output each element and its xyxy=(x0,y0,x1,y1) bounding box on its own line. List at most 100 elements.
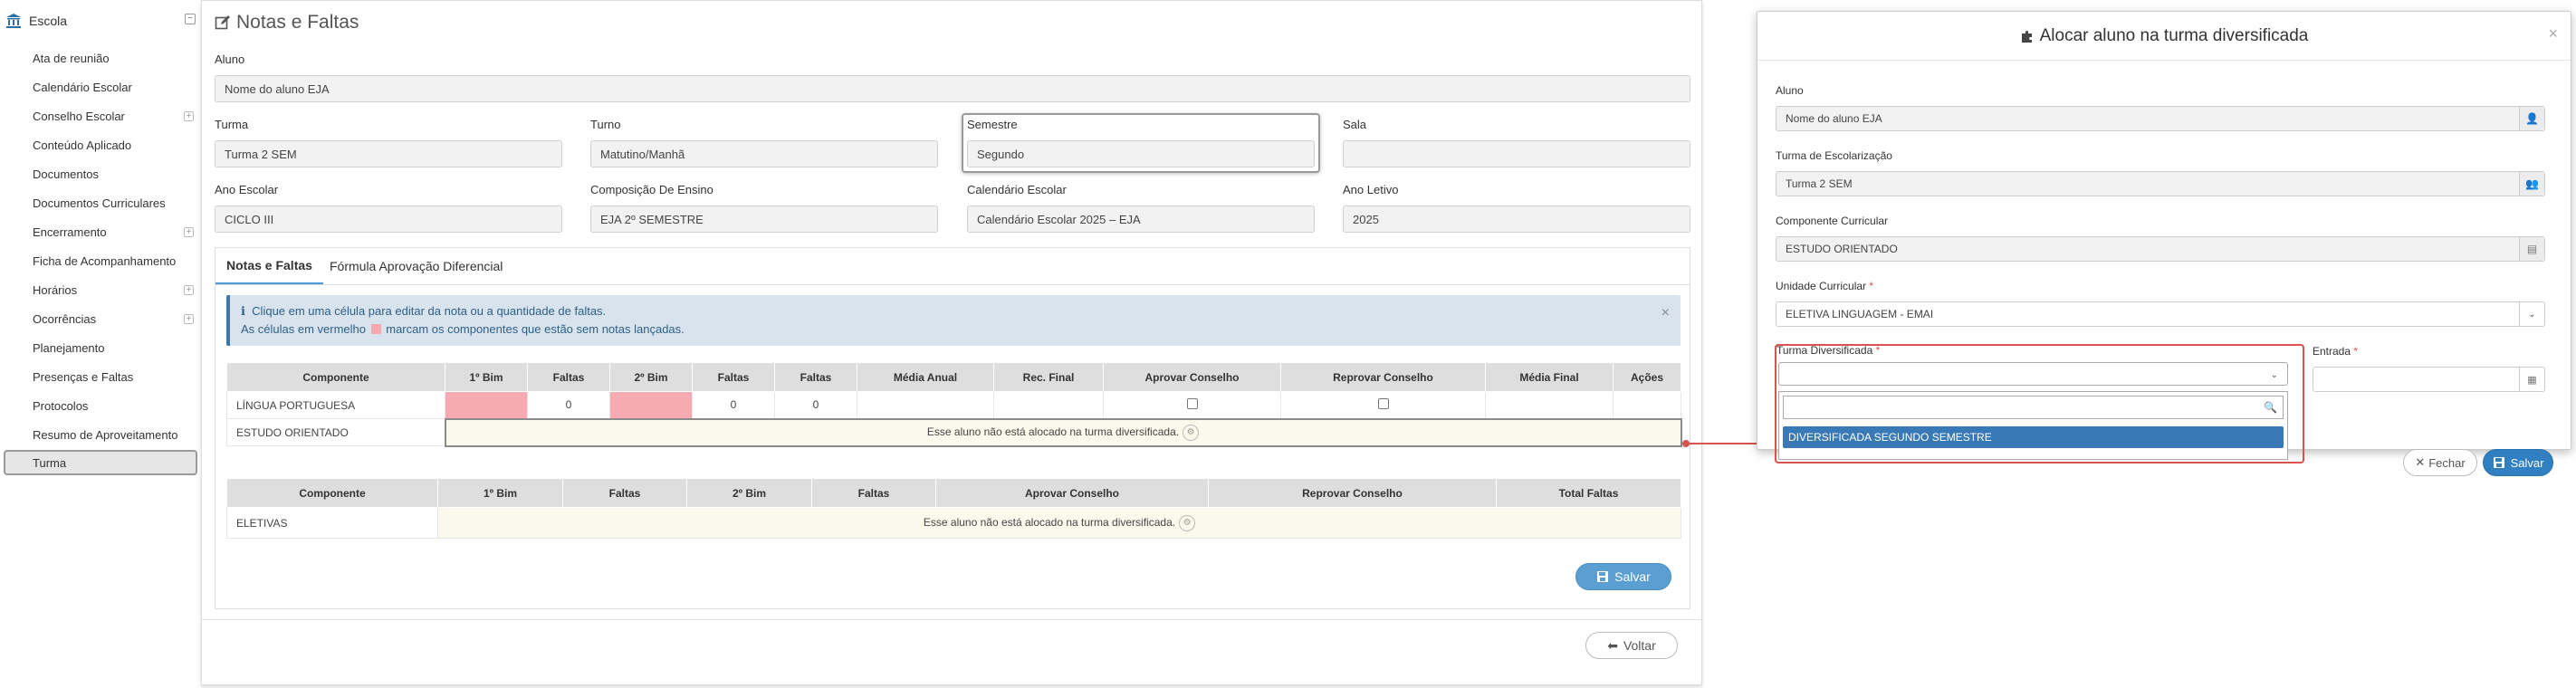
sidebar-header-label: Escola xyxy=(29,14,68,28)
sidebar-item-ocorrencias[interactable]: Ocorrências + xyxy=(4,306,197,331)
turma-field[interactable]: Turma 2 SEM xyxy=(215,140,562,167)
close-icon[interactable]: × xyxy=(1661,304,1670,322)
collapse-icon[interactable]: − xyxy=(185,14,196,24)
sidebar-item-label: Horários xyxy=(33,282,78,297)
sidebar-item-conteudo-aplicado[interactable]: Conteúdo Aplicado xyxy=(4,132,197,158)
col-1-bim: 1º Bim xyxy=(437,478,563,508)
reprovar-conselho-cell xyxy=(1280,391,1486,419)
ano-escolar-field[interactable]: CICLO III xyxy=(215,205,562,233)
faltas-cell[interactable]: 0 xyxy=(527,391,610,419)
grade-cell-1-bim[interactable] xyxy=(445,391,528,419)
sidebar-item-ficha-de-acompanhamento[interactable]: Ficha de Acompanhamento xyxy=(4,248,197,273)
col-faltas: Faltas xyxy=(811,478,936,508)
calendario-field[interactable]: Calendário Escolar 2025 – EJA xyxy=(967,205,1315,233)
dropdown-search-input[interactable]: 🔍 xyxy=(1783,396,2284,419)
sidebar-item-planejamento[interactable]: Planejamento xyxy=(4,335,197,360)
rec-final-cell[interactable] xyxy=(993,391,1104,419)
sidebar-item-horarios[interactable]: Horários + xyxy=(4,277,197,302)
modal-turma-diversificada-label: Turma Diversificada * xyxy=(1776,344,1881,357)
sidebar-item-protocolos[interactable]: Protocolos xyxy=(4,393,197,418)
componente-cell: ESTUDO ORIENTADO xyxy=(226,418,445,446)
modal-aluno-field[interactable]: Nome do aluno EJA 👤 xyxy=(1776,106,2545,131)
close-icon[interactable]: × xyxy=(2548,24,2558,43)
ano-letivo-label: Ano Letivo xyxy=(1343,183,1399,196)
col-acoes: Ações xyxy=(1613,362,1681,392)
col-faltas: Faltas xyxy=(527,362,610,392)
allocate-icon[interactable]: ⚙ xyxy=(1183,424,1200,441)
faltas-cell[interactable]: 0 xyxy=(774,391,857,419)
modal-unidade-select[interactable]: ELETIVA LINGUAGEM - EMAI ⌄ xyxy=(1776,301,2545,327)
chevron-down-icon: ⌄ xyxy=(2519,302,2544,326)
main-panel: Notas e Faltas Aluno Nome do aluno EJA T… xyxy=(201,0,1702,685)
page-title: Notas e Faltas xyxy=(215,12,359,33)
sidebar-item-turma[interactable]: Turma xyxy=(4,450,197,475)
media-anual-cell xyxy=(857,391,994,419)
expand-icon[interactable]: + xyxy=(184,227,194,237)
col-componente: Componente xyxy=(226,478,438,508)
allocate-icon[interactable]: ⚙ xyxy=(1179,514,1196,531)
col-aprovar-conselho: Aprovar Conselho xyxy=(1103,362,1281,392)
sidebar-item-presencas-e-faltas[interactable]: Presenças e Faltas xyxy=(4,364,197,389)
reprovar-checkbox[interactable] xyxy=(1377,397,1389,409)
sala-label: Sala xyxy=(1343,118,1367,131)
tab-formula-aprovacao-diferencial[interactable]: Fórmula Aprovação Diferencial xyxy=(319,248,513,284)
sidebar-item-label: Presenças e Faltas xyxy=(33,369,134,384)
sidebar-item-label: Resumo de Aproveitamento xyxy=(33,427,178,442)
composicao-field[interactable]: EJA 2º SEMESTRE xyxy=(590,205,938,233)
sidebar-item-encerramento[interactable]: Encerramento + xyxy=(4,219,197,244)
sidebar-item-ata-de-reuniao[interactable]: Ata de reunião xyxy=(4,45,197,71)
grades-table: Componente 1º Bim Faltas 2º Bim Faltas F… xyxy=(226,362,1682,447)
expand-icon[interactable]: + xyxy=(184,111,194,121)
ano-escolar-label: Ano Escolar xyxy=(215,183,279,196)
expand-icon[interactable]: + xyxy=(184,314,194,324)
semestre-field[interactable]: Segundo xyxy=(967,140,1315,167)
modal-save-button[interactable]: Salvar xyxy=(2483,449,2553,476)
col-media-final: Média Final xyxy=(1485,362,1614,392)
tab-notas-e-faltas[interactable]: Notas e Faltas xyxy=(215,248,323,284)
ano-letivo-field[interactable]: 2025 xyxy=(1343,205,1690,233)
sidebar-item-documentos[interactable]: Documentos xyxy=(4,161,197,186)
required-mark: * xyxy=(1869,280,1874,292)
calendario-label: Calendário Escolar xyxy=(967,183,1067,196)
expand-icon[interactable]: + xyxy=(184,285,194,295)
not-allocated-notice[interactable]: Esse aluno não está alocado na turma div… xyxy=(437,507,1681,539)
modal-componente-field[interactable]: ESTUDO ORIENTADO ▤ xyxy=(1776,236,2545,262)
sidebar-item-calendario-escolar[interactable]: Calendário Escolar xyxy=(4,74,197,100)
aprovar-checkbox[interactable] xyxy=(1186,397,1198,409)
tab-divider xyxy=(215,284,1690,285)
sidebar-item-resumo-de-aproveitamento[interactable]: Resumo de Aproveitamento xyxy=(4,422,197,447)
turno-field[interactable]: Matutino/Manhã xyxy=(590,140,938,167)
dropdown-option[interactable]: DIVERSIFICADA SEGUNDO SEMESTRE xyxy=(1783,426,2284,448)
col-2-bim: 2º Bim xyxy=(609,362,693,392)
turma-diversificada-select[interactable]: ⌄ xyxy=(1778,362,2288,386)
aluno-field[interactable]: Nome do aluno EJA xyxy=(215,75,1690,102)
componente-cell: LÍNGUA PORTUGUESA xyxy=(226,391,445,419)
turma-label: Turma xyxy=(215,118,249,131)
sidebar-item-documentos-curriculares[interactable]: Documentos Curriculares xyxy=(4,190,197,215)
close-button[interactable]: ✕ Fechar xyxy=(2403,449,2477,476)
footer-divider xyxy=(202,619,1701,620)
not-allocated-notice[interactable]: Esse aluno não está alocado na turma div… xyxy=(444,417,1682,447)
back-button[interactable]: ⬅ Voltar xyxy=(1585,632,1678,659)
sidebar-header[interactable]: Escola − xyxy=(5,11,196,31)
grade-cell-2-bim[interactable] xyxy=(609,391,693,419)
componente-cell: ELETIVAS xyxy=(226,507,438,539)
user-icon: 👤 xyxy=(2519,107,2544,130)
calendar-icon[interactable]: ▦ xyxy=(2519,368,2544,391)
col-reprovar-conselho: Reprovar Conselho xyxy=(1208,478,1497,508)
aprovar-conselho-cell xyxy=(1103,391,1281,419)
save-button[interactable]: Salvar xyxy=(1575,563,1671,590)
required-mark: * xyxy=(1875,344,1881,357)
turno-label: Turno xyxy=(590,118,621,131)
edit-icon xyxy=(215,15,230,30)
media-final-cell xyxy=(1485,391,1614,419)
info-alert: ℹ Clique em uma célula para editar da no… xyxy=(226,295,1681,346)
col-aprovar-conselho: Aprovar Conselho xyxy=(935,478,1209,508)
sala-field[interactable] xyxy=(1343,140,1690,167)
modal-turma-escolarizacao-label: Turma de Escolarização xyxy=(1776,149,1892,162)
faltas-cell[interactable]: 0 xyxy=(692,391,775,419)
modal-turma-escolarizacao-field[interactable]: Turma 2 SEM 👥 xyxy=(1776,171,2545,196)
search-icon: 🔍 xyxy=(2264,401,2277,414)
entrada-date-input[interactable]: ▦ xyxy=(2313,367,2545,392)
sidebar-item-conselho-escolar[interactable]: Conselho Escolar + xyxy=(4,103,197,129)
